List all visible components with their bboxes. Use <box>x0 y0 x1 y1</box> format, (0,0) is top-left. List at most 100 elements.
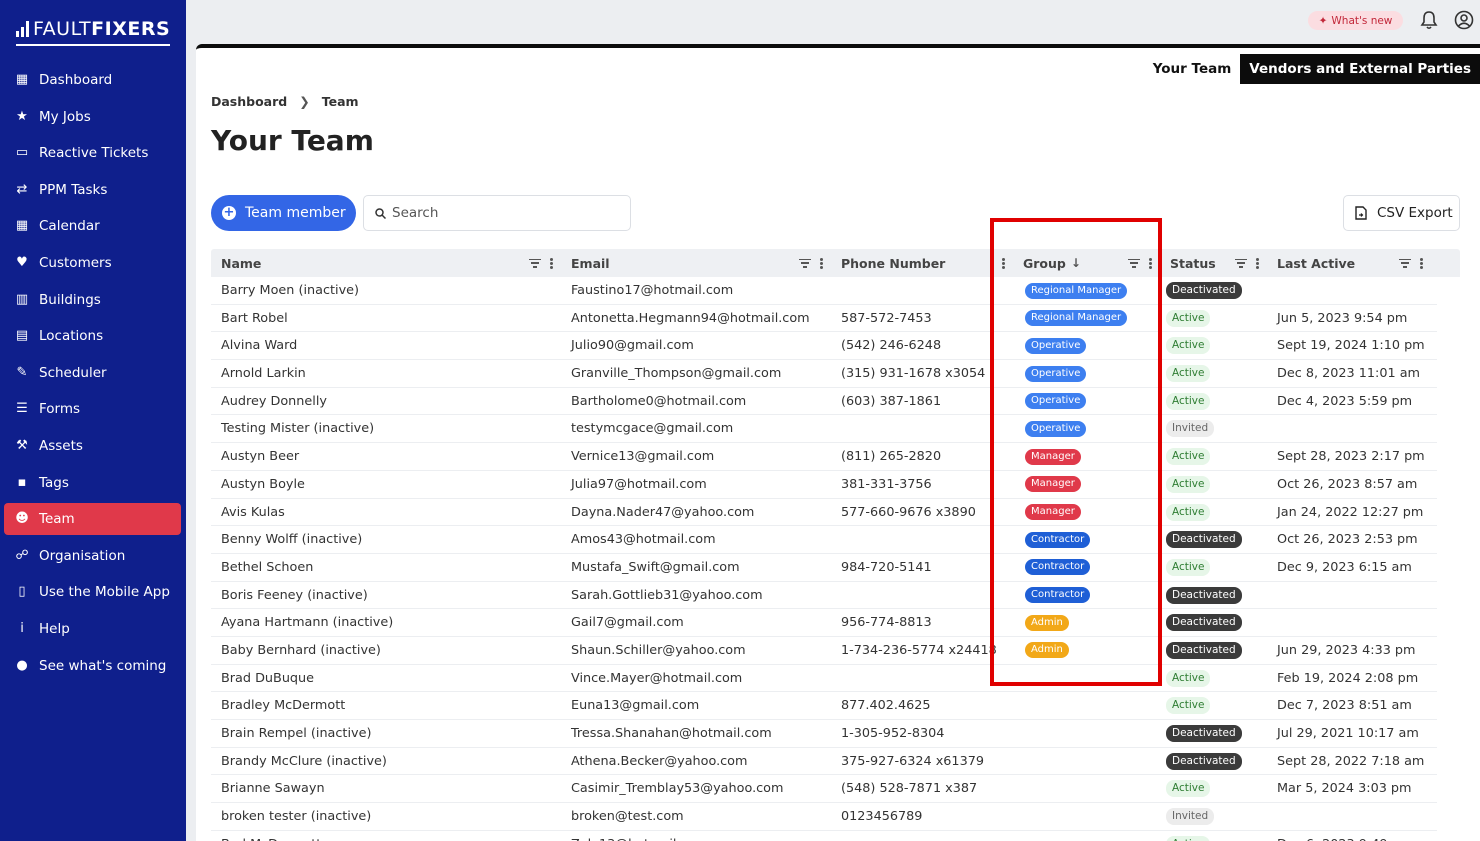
sidebar-item-use-the-mobile-app[interactable]: ▯ Use the Mobile App <box>4 576 181 608</box>
column-menu-icon[interactable] <box>1002 257 1005 269</box>
add-team-member-button[interactable]: + Team member <box>211 195 356 231</box>
filter-icon[interactable] <box>529 258 541 268</box>
column-menu-icon[interactable] <box>550 257 553 269</box>
cell-email: Dayna.Nader47@yahoo.com <box>571 504 755 520</box>
filter-icon[interactable] <box>1128 258 1140 268</box>
sidebar-item-see-what-s-coming[interactable]: ● See what's coming <box>4 650 181 682</box>
bell-icon[interactable] <box>1420 10 1438 30</box>
cell-email: Tressa.Shanahan@hotmail.com <box>571 726 772 741</box>
cell-status: Deactivated <box>1160 526 1267 553</box>
column-header-group[interactable]: Group ↓ <box>1013 249 1160 277</box>
sidebar-item-forms[interactable]: ☰ Forms <box>4 393 181 425</box>
cell-phone: (548) 528-7871 x387 <box>841 781 978 797</box>
table-row[interactable]: Boris Feeney (inactive) Sarah.Gottlieb31@… <box>211 582 1437 610</box>
column-header-last-active[interactable]: Last Active <box>1267 249 1437 277</box>
tab-your-team[interactable]: Your Team <box>1143 54 1241 84</box>
cell-email: broken@test.com <box>571 809 684 825</box>
cell-phone: 381-331-3756 <box>841 476 932 492</box>
column-header-status[interactable]: Status <box>1160 249 1267 277</box>
table-row[interactable]: broken tester (inactive) broken@test.com 0… <box>211 803 1437 831</box>
table-row[interactable]: Arnold Larkin Granville_Thompson@gmail.co… <box>211 360 1437 388</box>
column-header-phone[interactable]: Phone Number <box>831 249 1013 277</box>
filter-icon[interactable] <box>1235 258 1247 268</box>
cell-group <box>1013 775 1160 802</box>
sidebar-item-label: Forms <box>39 401 81 418</box>
sidebar-item-reactive-tickets[interactable]: ▭ Reactive Tickets <box>4 137 181 169</box>
sidebar-item-team[interactable]: ☻ Team <box>4 503 181 536</box>
table-row[interactable]: Brandy McClure (inactive) Athena.Becker@y… <box>211 748 1437 776</box>
csv-export-button[interactable]: CSV Export <box>1343 195 1460 231</box>
cell-phone: 375-927-6324 x61379 <box>841 753 985 769</box>
cell-last-active: Dec 8, 2023 11:01 am <box>1277 366 1420 382</box>
cell-email: Granville_Thompson@gmail.com <box>571 366 782 382</box>
status-badge: Deactivated <box>1166 586 1242 604</box>
cell-phone: (542) 246-6248 <box>841 338 942 354</box>
filter-icon[interactable] <box>799 258 811 268</box>
sidebar-item-ppm-tasks[interactable]: ⇄ PPM Tasks <box>4 174 181 206</box>
status-badge: Active <box>1166 337 1211 355</box>
sidebar-item-tags[interactable]: ▪ Tags <box>4 467 181 499</box>
cell-last-active: Sept 28, 2022 7:18 am <box>1277 753 1425 769</box>
table-row[interactable]: Baby Bernhard (inactive) Shaun.Schiller@y… <box>211 637 1437 665</box>
table-row[interactable]: Brad DuBuque Vince.Mayer@hotmail.com Activ… <box>211 665 1437 693</box>
cell-email: Julia97@hotmail.com <box>571 476 707 492</box>
table-row[interactable]: Bethel Schoen Mustafa_Swift@gmail.com 984-… <box>211 554 1437 582</box>
table-row[interactable]: Brianne Sawayn Casimir_Tremblay53@yahoo.c… <box>211 775 1437 804</box>
filter-icon[interactable] <box>1399 258 1411 268</box>
cell-phone: 577-660-9676 x3890 <box>841 504 976 520</box>
table-row[interactable]: Audrey Donnelly Bartholome0@hotmail.com (6… <box>211 388 1437 416</box>
tab-vendors[interactable]: Vendors and External Parties <box>1240 54 1480 84</box>
table-row[interactable]: Bart Robel Antonetta.Hegmann94@hotmail.co… <box>211 305 1437 333</box>
table-row[interactable]: Benny Wolff (inactive) Amos43@hotmail.com… <box>211 526 1437 554</box>
sidebar-item-organisation[interactable]: ☍ Organisation <box>4 540 181 572</box>
whats-new-button[interactable]: ✦ What's new <box>1308 11 1403 30</box>
cell-status: Deactivated <box>1160 748 1267 775</box>
cell-status: Invited <box>1160 803 1267 830</box>
cell-group <box>1013 748 1160 775</box>
cell-phone <box>831 831 1013 841</box>
scheduler-icon: ✎ <box>16 364 28 380</box>
forms-icon: ☰ <box>16 401 28 417</box>
table-row[interactable]: Ayana Hartmann (inactive) Gail7@gmail.com… <box>211 609 1437 637</box>
cell-email: Zola13@hotmail.com <box>561 831 831 841</box>
column-menu-icon[interactable] <box>820 257 823 269</box>
column-menu-icon[interactable] <box>1420 257 1423 269</box>
sidebar-item-locations[interactable]: ▤ Locations <box>4 320 181 352</box>
cell-status: Deactivated <box>1160 277 1267 304</box>
table-row[interactable]: Alvina Ward Julio90@gmail.com (542) 246-62… <box>211 332 1437 361</box>
table-row[interactable]: Barry Moen (inactive) Faustino17@hotmail.… <box>211 277 1437 305</box>
sidebar-item-my-jobs[interactable]: ★ My Jobs <box>4 101 181 133</box>
logo[interactable]: FAULTFIXERS <box>16 18 170 46</box>
sidebar-item-dashboard[interactable]: ▦ Dashboard <box>4 64 181 96</box>
column-menu-icon[interactable] <box>1256 257 1259 269</box>
sidebar-item-help[interactable]: i Help <box>4 613 181 645</box>
column-header-email[interactable]: Email <box>561 249 831 277</box>
sidebar-item-calendar[interactable]: ▦ Calendar <box>4 210 181 242</box>
cell-last-active <box>1267 803 1437 830</box>
chat-icon: ● <box>16 657 28 673</box>
table-row[interactable]: Bud McDermottZola13@hotmail.com Active Dec… <box>211 831 1437 841</box>
search-input[interactable] <box>392 205 612 221</box>
breadcrumb-dashboard[interactable]: Dashboard <box>211 94 287 109</box>
table-row[interactable]: Brain Rempel (inactive) Tressa.Shanahan@h… <box>211 720 1437 748</box>
cell-group: Manager <box>1013 471 1160 498</box>
table-row[interactable]: Austyn Boyle Julia97@hotmail.com 381-331-3… <box>211 471 1437 499</box>
cell-status: Active <box>1160 665 1267 692</box>
sidebar-item-customers[interactable]: ♥ Customers <box>4 247 181 279</box>
cell-status: Deactivated <box>1160 720 1267 747</box>
sidebar-item-buildings[interactable]: ▥ Buildings <box>4 284 181 316</box>
user-avatar-icon[interactable] <box>1454 10 1474 30</box>
table-row[interactable]: Austyn Beer Vernice13@gmail.com (811) 265-… <box>211 443 1437 471</box>
column-menu-icon[interactable] <box>1149 257 1152 269</box>
table-row[interactable]: Avis Kulas Dayna.Nader47@yahoo.com 577-660… <box>211 499 1437 527</box>
table-row[interactable]: Bradley McDermott Euna13@gmail.com 877.402… <box>211 692 1437 720</box>
sort-arrow-down-icon[interactable]: ↓ <box>1071 256 1081 270</box>
cell-phone: 587-572-7453 <box>841 310 932 326</box>
status-badge: Active <box>1166 309 1211 327</box>
table-row[interactable]: Testing Mister (inactive) testymcgace@gma… <box>211 415 1437 444</box>
status-badge: Active <box>1166 697 1211 715</box>
sidebar-item-scheduler[interactable]: ✎ Scheduler <box>4 357 181 389</box>
cell-last-active: Jun 5, 2023 9:54 pm <box>1277 310 1408 326</box>
column-header-name[interactable]: Name <box>211 249 561 277</box>
sidebar-item-assets[interactable]: ⚒ Assets <box>4 430 181 462</box>
